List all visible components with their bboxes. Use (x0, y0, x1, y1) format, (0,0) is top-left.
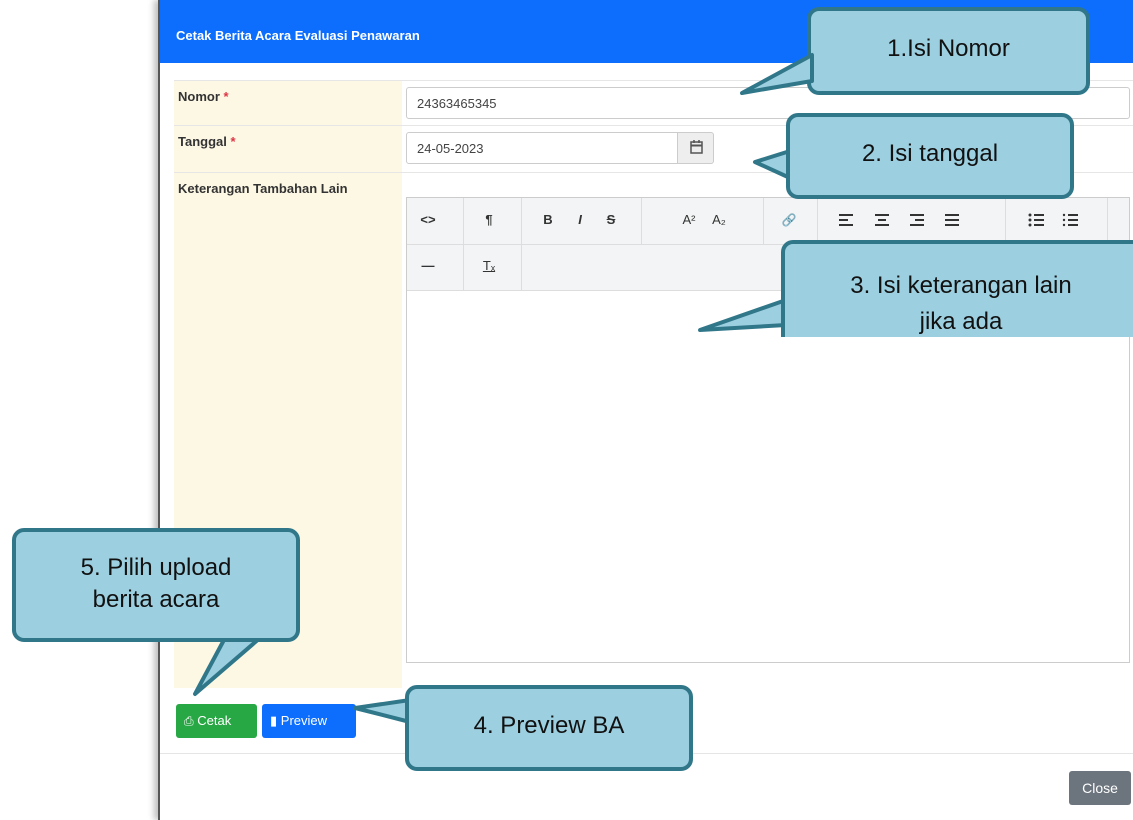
callout-preview-ba: 4. Preview BA (405, 685, 693, 771)
callout-pilih-upload: 5. Pilih upload berita acara (12, 528, 300, 642)
callout-3-line1: 3. Isi keterangan lain (850, 272, 1072, 299)
callout-1-pointer (740, 53, 814, 95)
callout-3-pointer (698, 298, 788, 332)
callout-2-pointer (753, 149, 792, 180)
callout-isi-tanggal: 2. Isi tanggal (786, 113, 1074, 199)
callout-5-pointer (193, 636, 262, 696)
callout-5-line1: 5. Pilih upload (80, 554, 232, 581)
callout-5-line2: berita acara (92, 586, 220, 613)
callout-isi-keterangan: 3. Isi keterangan lain jika ada (781, 240, 1133, 337)
callout-4-pointer (353, 698, 412, 724)
callout-3-line2: jika ada (919, 308, 1003, 335)
